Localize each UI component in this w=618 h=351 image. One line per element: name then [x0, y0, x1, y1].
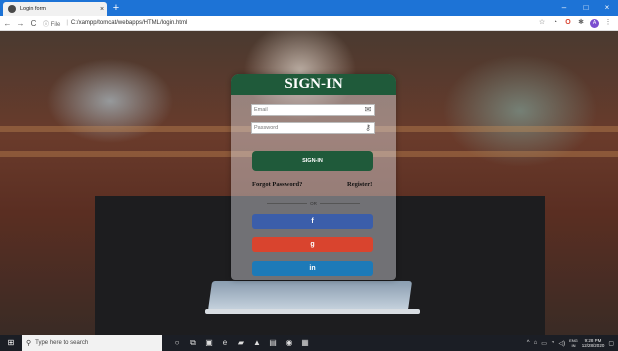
network-icon[interactable]: ⌂	[534, 340, 538, 346]
linkedin-icon: in	[309, 265, 316, 272]
taskbar-clock[interactable]: 9:28 PM 12/28/2020	[582, 338, 605, 349]
browser-toolbar: ← → C ⓘ File | C:/xampp/tomcat/webapps/H…	[0, 16, 618, 31]
reload-button[interactable]: C	[28, 16, 39, 31]
language-indicator[interactable]: ENG IN	[569, 338, 578, 348]
opera-extension-icon[interactable]: O	[564, 19, 572, 27]
divider-line	[267, 203, 308, 205]
edge-icon[interactable]: e	[220, 338, 230, 348]
tab-title: Login form	[20, 6, 46, 12]
password-field[interactable]: ⚷	[251, 122, 375, 134]
facebook-icon: f	[311, 218, 314, 225]
cortana-icon[interactable]: ○	[172, 338, 182, 348]
language-bottom: IN	[571, 343, 576, 348]
forward-button[interactable]: →	[15, 16, 26, 31]
browser-tab[interactable]: Login form ×	[3, 2, 107, 16]
close-window-button[interactable]: ×	[597, 0, 617, 16]
chrome-icon[interactable]: ◉	[284, 338, 294, 348]
login-title: SIGN-IN	[231, 74, 396, 95]
clock-date: 12/28/2020	[581, 343, 605, 348]
puzzle-extensions-icon[interactable]: ✱	[577, 19, 585, 27]
new-tab-button[interactable]: +	[110, 2, 122, 14]
site-info-icon[interactable]: ⓘ File	[43, 19, 60, 28]
bookmark-star-icon[interactable]: ☆	[538, 19, 546, 27]
taskbar-apps: ○ ⧉ ▣ e ▰ ▲ ▤ ◉ ▦	[172, 338, 310, 348]
signin-button[interactable]: SIGN-IN	[252, 151, 373, 171]
wifi-icon[interactable]: ◔	[551, 340, 555, 346]
extension-icon[interactable]: ◔	[551, 19, 559, 27]
folder-icon[interactable]: ▤	[268, 338, 278, 348]
background-laptop-edge	[205, 309, 420, 314]
tab-favicon-icon	[8, 5, 16, 13]
register-link[interactable]: Register!	[347, 181, 372, 188]
google-icon: g	[310, 241, 315, 248]
system-tray: ^ ⌂ ▭ ◔ ◁) ENG IN 9:28 PM 12/28/2020 ▢	[527, 335, 614, 351]
linkedin-login-button[interactable]: in	[252, 261, 373, 276]
google-login-button[interactable]: g	[252, 237, 373, 252]
show-hidden-icons-icon[interactable]: ^	[527, 340, 530, 346]
address-bar[interactable]: ⓘ File | C:/xampp/tomcat/webapps/HTML/lo…	[43, 19, 538, 28]
app-icon[interactable]: ▦	[300, 338, 310, 348]
or-divider: OR	[231, 201, 396, 206]
windows-taskbar: ⊞ ⚲ Type here to search ○ ⧉ ▣ e ▰ ▲ ▤ ◉ …	[0, 335, 618, 351]
browser-tab-strip: Login form × + – □ ×	[0, 0, 618, 16]
email-input[interactable]	[252, 107, 363, 113]
store-icon[interactable]: ▣	[204, 338, 214, 348]
key-icon: ⚷	[365, 123, 371, 132]
forgot-password-link[interactable]: Forgot Password?	[252, 181, 302, 188]
minimize-button[interactable]: –	[554, 0, 574, 16]
tab-close-icon[interactable]: ×	[97, 6, 107, 13]
file-explorer-icon[interactable]: ▰	[236, 338, 246, 348]
email-field[interactable]: ✉	[251, 104, 375, 116]
taskbar-search-box[interactable]: ⚲ Type here to search	[22, 335, 162, 351]
volume-icon[interactable]: ◁)	[559, 340, 566, 347]
search-icon: ⚲	[26, 340, 32, 347]
or-label: OR	[310, 201, 317, 206]
password-input[interactable]	[252, 125, 363, 131]
profile-avatar-icon[interactable]: A	[590, 18, 599, 28]
windows-start-icon[interactable]: ⊞	[0, 335, 22, 351]
menu-kebab-icon[interactable]: ⋮	[604, 19, 612, 27]
notification-icon[interactable]: ▢	[608, 340, 614, 347]
search-placeholder: Type here to search	[35, 340, 89, 346]
facebook-login-button[interactable]: f	[252, 214, 373, 229]
divider-line	[319, 203, 360, 205]
address-url[interactable]: C:/xampp/tomcat/webapps/HTML/login.html	[71, 20, 187, 26]
toolbar-icons: ☆ ◔ O ✱ A ⋮	[538, 18, 612, 28]
task-view-icon[interactable]: ⧉	[188, 338, 198, 348]
vlc-icon[interactable]: ▲	[252, 338, 262, 348]
login-card: SIGN-IN ✉ ⚷ SIGN-IN Forgot Password? Reg…	[231, 74, 396, 280]
back-button[interactable]: ←	[2, 16, 13, 31]
background-laptop	[207, 281, 413, 311]
battery-icon[interactable]: ▭	[541, 340, 547, 347]
maximize-button[interactable]: □	[576, 0, 596, 16]
envelope-icon: ✉	[364, 105, 372, 114]
address-separator: |	[66, 20, 68, 26]
